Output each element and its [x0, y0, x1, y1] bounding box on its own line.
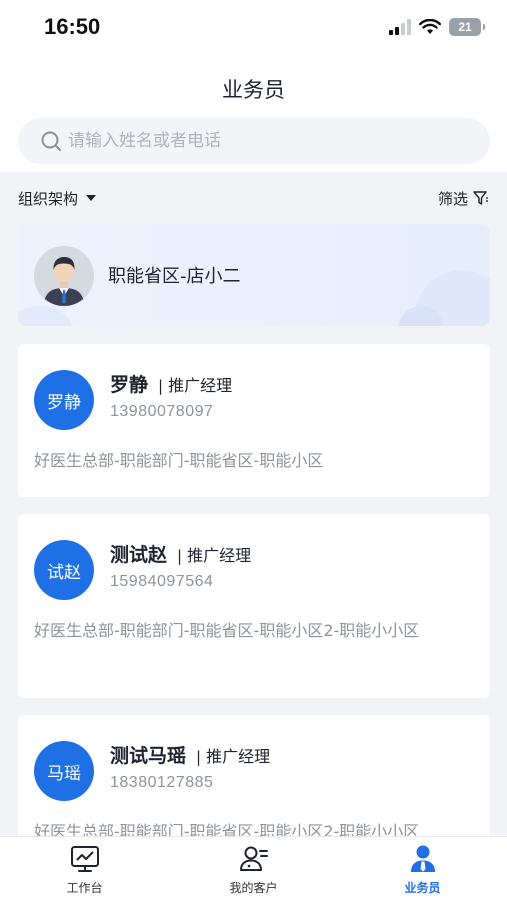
search-box[interactable]: [18, 118, 490, 164]
tab-workbench[interactable]: 工作台: [0, 837, 169, 900]
tab-label: 业务员: [404, 881, 441, 895]
status-icons: 21: [389, 18, 485, 36]
decoration: [18, 306, 72, 326]
tab-my-customers[interactable]: 我的客户: [169, 837, 338, 900]
battery-icon: 21: [449, 18, 485, 36]
salesperson-icon: [410, 845, 435, 872]
person-role: 推广经理: [206, 747, 271, 766]
filter-icon: [473, 191, 488, 205]
staff-card[interactable]: 罗静 罗静 | 推广经理 13980078097 好医生总部-职能部门-职能省区…: [18, 344, 490, 497]
staff-card[interactable]: 试赵 测试赵 | 推广经理 15984097564 好医生总部-职能部门-职能省…: [18, 514, 490, 698]
customers-icon: [239, 846, 268, 871]
person-department: 好医生总部-职能部门-职能省区-职能小区: [34, 451, 324, 470]
wifi-icon: [419, 19, 441, 34]
separator: |: [177, 547, 183, 565]
person-avatar-icon: [34, 246, 94, 306]
person-header: 测试赵 | 推广经理: [110, 540, 251, 567]
filter-button[interactable]: 筛选: [438, 188, 489, 209]
header: 业务员: [0, 58, 507, 172]
avatar: 马瑶: [34, 741, 94, 801]
filter-bar: 组织架构 筛选: [0, 172, 507, 224]
caret-down-icon: [86, 195, 97, 201]
org-structure-label: 组织架构: [18, 189, 79, 208]
monitor-chart-icon: [70, 846, 99, 872]
status-bar: 16:50 21: [0, 0, 507, 58]
area-card[interactable]: 职能省区-店小二: [18, 224, 490, 326]
filter-label: 筛选: [437, 189, 468, 208]
search-input[interactable]: [68, 131, 448, 151]
tab-label: 工作台: [66, 881, 103, 895]
person-phone: 15984097564: [110, 573, 214, 590]
person-phone: 13980078097: [110, 403, 214, 420]
person-name: 测试马瑶: [110, 745, 187, 767]
tab-salesperson[interactable]: 业务员: [338, 837, 507, 900]
separator: |: [158, 377, 164, 395]
person-role: 推广经理: [168, 376, 233, 395]
person-name: 测试赵: [110, 544, 168, 566]
search-icon: [41, 131, 61, 151]
status-time: 16:50: [44, 14, 101, 39]
person-header: 罗静 | 推广经理: [110, 370, 232, 397]
separator: |: [196, 748, 202, 766]
person-name: 罗静: [110, 374, 149, 396]
tab-bar: 工作台 我的客户 业务员: [0, 836, 507, 900]
avatar: 试赵: [34, 540, 94, 600]
page-title: 业务员: [222, 78, 285, 102]
avatar: 罗静: [34, 370, 94, 430]
person-department: 好医生总部-职能部门-职能省区-职能小区2-职能小小区: [34, 621, 420, 640]
avatar: [34, 246, 94, 306]
signal-icon: [389, 19, 411, 35]
area-name: 职能省区-店小二: [108, 266, 241, 287]
person-role: 推广经理: [187, 546, 252, 565]
org-structure-dropdown[interactable]: 组织架构: [18, 188, 97, 209]
person-header: 测试马瑶 | 推广经理: [110, 741, 270, 768]
tab-label: 我的客户: [229, 881, 278, 895]
person-phone: 18380127885: [110, 774, 214, 791]
